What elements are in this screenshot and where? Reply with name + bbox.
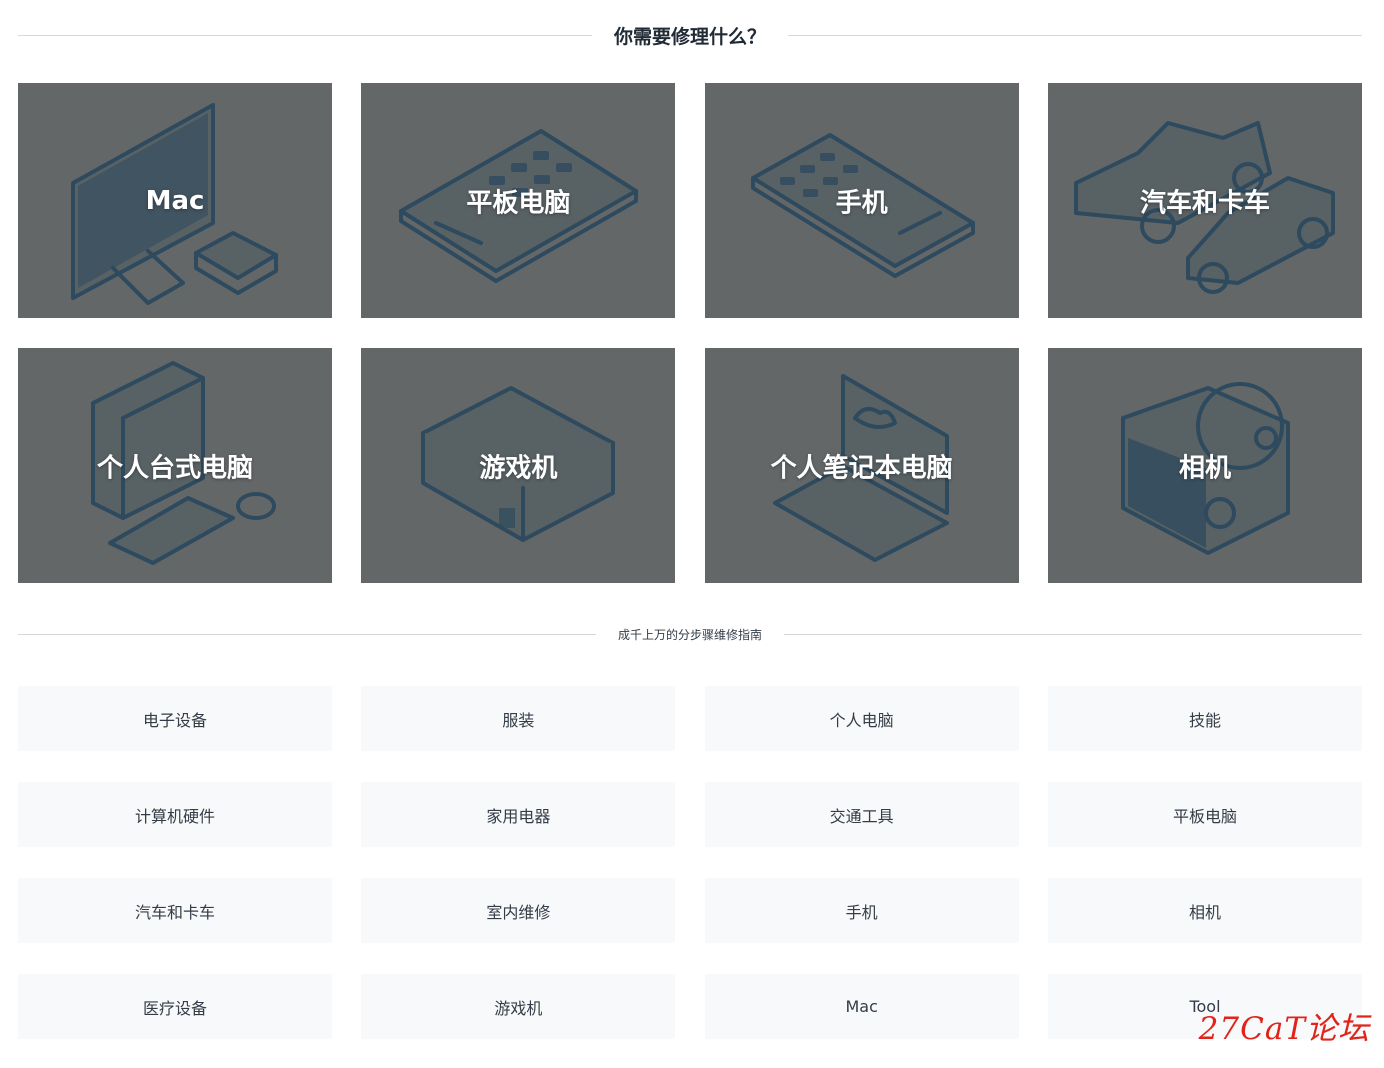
- guide-link-computer-hardware[interactable]: 计算机硬件: [18, 782, 332, 847]
- guide-link-appliance[interactable]: 家用电器: [361, 782, 676, 847]
- category-card-game-console[interactable]: 游戏机: [361, 348, 676, 583]
- category-label: 游戏机: [479, 453, 558, 483]
- guide-link-pc[interactable]: 个人电脑: [704, 686, 1019, 751]
- category-label: 相机: [1178, 453, 1231, 483]
- guide-link-tablet[interactable]: 平板电脑: [1047, 782, 1362, 847]
- category-card-laptop[interactable]: 个人笔记本电脑: [704, 348, 1019, 583]
- category-label: 个人台式电脑: [96, 453, 253, 483]
- watermark-logo: 27CaT论坛: [1198, 1011, 1370, 1047]
- guide-link-skills[interactable]: 技能: [1047, 686, 1362, 751]
- guide-link-medical[interactable]: 医疗设备: [18, 974, 332, 1039]
- divider-line: [18, 633, 596, 635]
- category-label: 手机: [835, 188, 888, 218]
- category-label: 个人笔记本电脑: [770, 453, 953, 483]
- section-title: 你需要修理什么？: [614, 25, 767, 48]
- divider-line: [18, 34, 592, 36]
- guide-link-camera[interactable]: 相机: [1047, 878, 1362, 943]
- guides-subtitle: 成千上万的分步骤维修指南: [618, 627, 763, 642]
- category-label: Mac: [145, 185, 205, 216]
- guide-link-household[interactable]: 室内维修: [361, 878, 676, 943]
- category-card-mac[interactable]: Mac: [18, 83, 332, 318]
- guide-link-electronics[interactable]: 电子设备: [18, 686, 332, 751]
- guide-link-car-truck[interactable]: 汽车和卡车: [18, 878, 332, 943]
- guide-link-game-console[interactable]: 游戏机: [361, 974, 676, 1039]
- guide-link-phone[interactable]: 手机: [704, 878, 1019, 943]
- category-card-camera[interactable]: 相机: [1047, 348, 1362, 583]
- category-card-car-truck[interactable]: 汽车和卡车: [1047, 83, 1362, 318]
- category-card-phone[interactable]: 手机: [704, 83, 1019, 318]
- divider-line: [788, 34, 1363, 36]
- divider-line: [784, 633, 1363, 635]
- category-label: 汽车和卡车: [1139, 188, 1270, 218]
- guide-link-mac[interactable]: Mac: [704, 974, 1019, 1039]
- section-divider-repair: 你需要修理什么？: [18, 20, 1363, 50]
- category-card-tablet[interactable]: 平板电脑: [361, 83, 676, 318]
- guide-link-apparel[interactable]: 服装: [361, 686, 676, 751]
- section-divider-guides: 成千上万的分步骤维修指南: [18, 623, 1363, 645]
- category-grid: Mac 平板电脑 手机 汽车和卡车 个人台式电脑 游戏机 个人笔记本电脑 相机: [18, 83, 1362, 583]
- category-card-desktop-pc[interactable]: 个人台式电脑: [18, 348, 332, 583]
- guide-category-grid: 电子设备 服装 个人电脑 技能 计算机硬件 家用电器 交通工具 平板电脑 汽车和…: [18, 686, 1362, 1039]
- guide-link-vehicle[interactable]: 交通工具: [704, 782, 1019, 847]
- category-label: 平板电脑: [466, 188, 571, 218]
